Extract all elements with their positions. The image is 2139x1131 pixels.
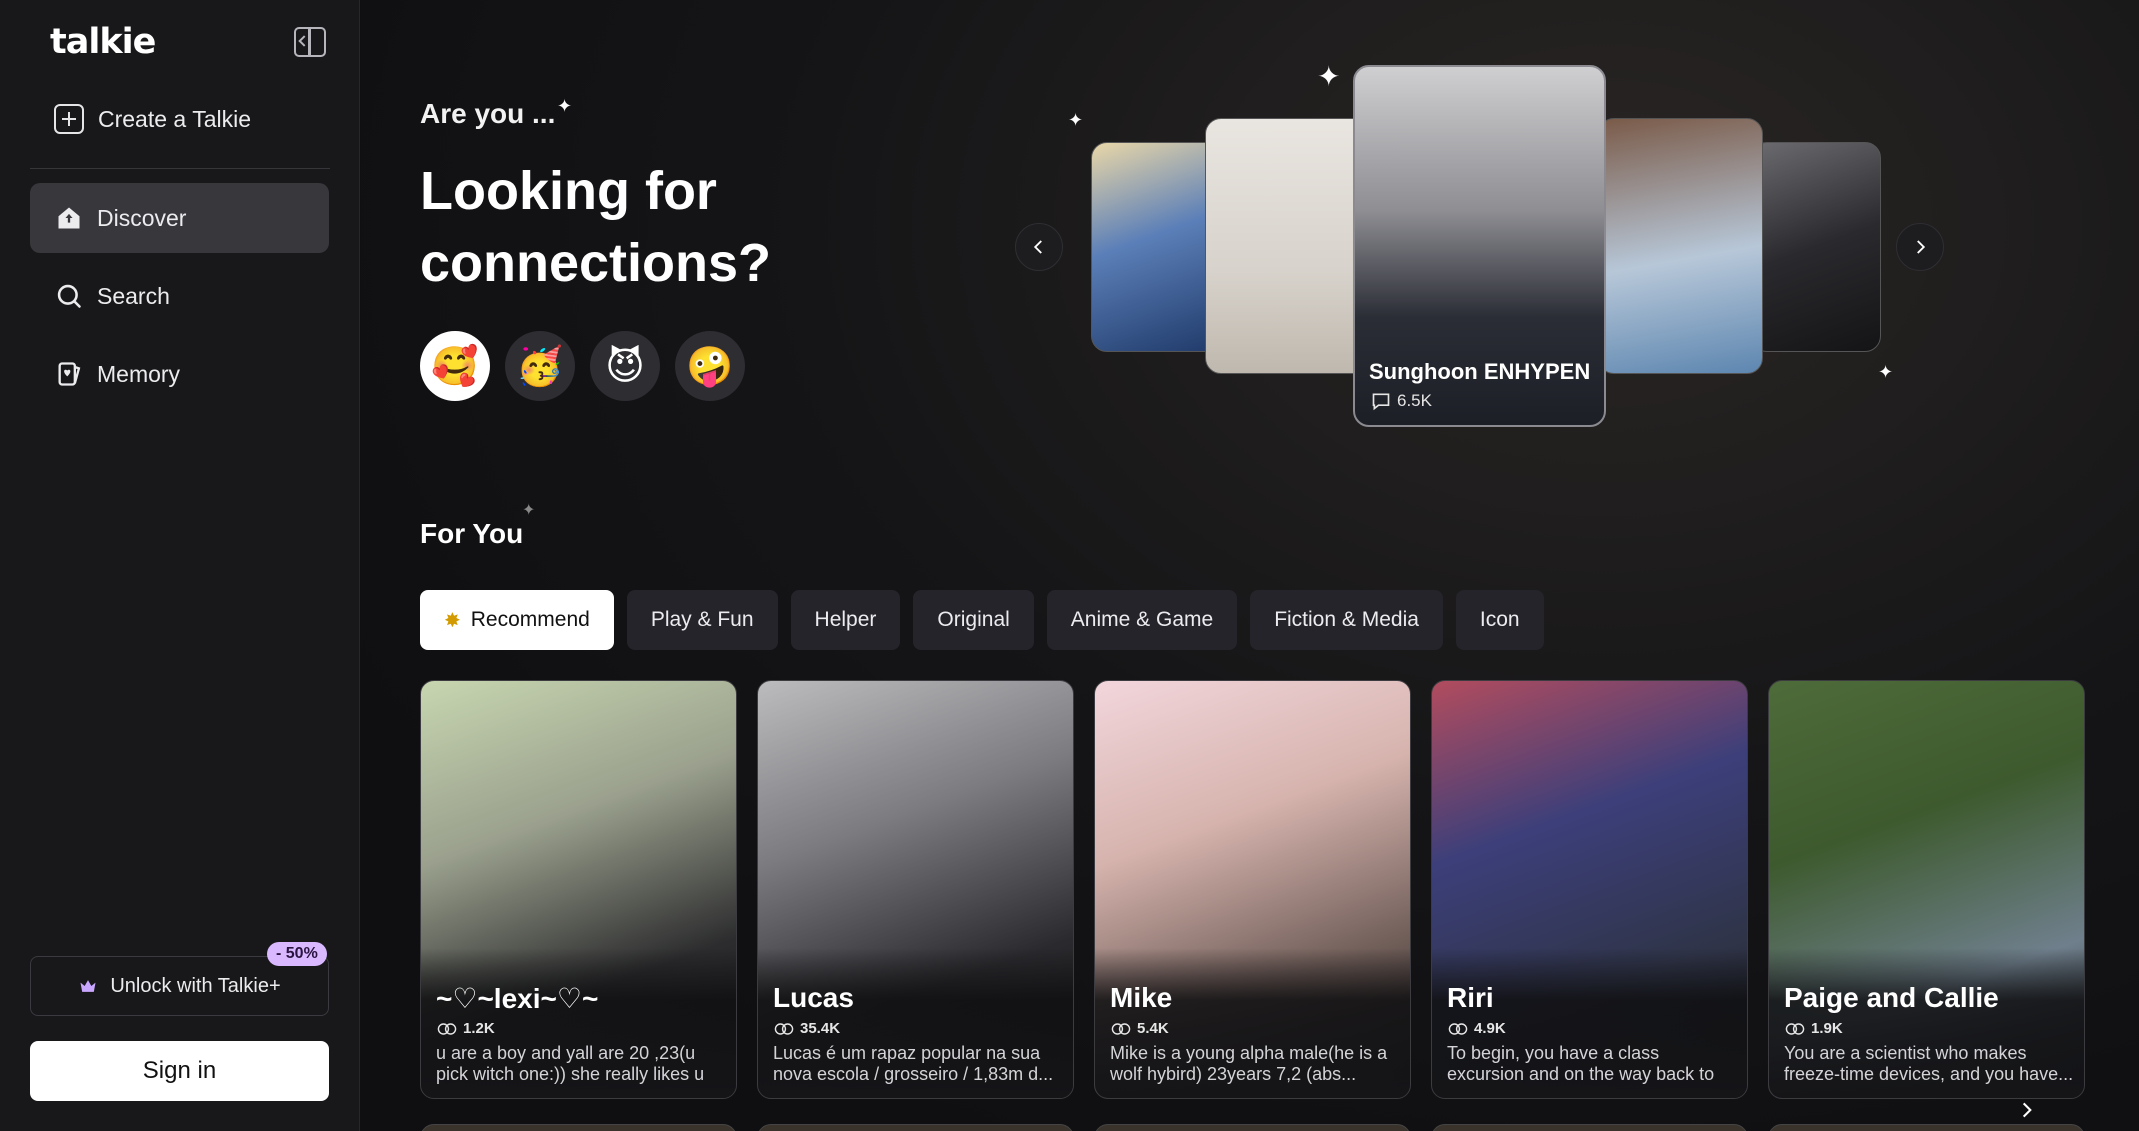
chat-bubble-icon bbox=[1372, 393, 1390, 411]
character-name: Mike bbox=[1110, 982, 1173, 1013]
sparkle-icon: ✦ bbox=[1317, 61, 1341, 92]
mood-selector: 🥰 🥳 😈 🤪 bbox=[420, 331, 745, 401]
character-description: You are a scientist who makes freeze-tim… bbox=[1784, 1043, 2074, 1084]
mood-emoji-button[interactable]: 🥳 bbox=[505, 331, 575, 401]
chat-count: 35.4K bbox=[774, 1020, 840, 1037]
chat-count: 5.4K bbox=[1111, 1020, 1169, 1037]
sign-in-button[interactable]: Sign in bbox=[30, 1041, 329, 1101]
character-card[interactable] bbox=[420, 1124, 737, 1131]
collapse-sidebar-icon[interactable] bbox=[294, 27, 326, 57]
sparkle-icon: ✦ bbox=[1878, 362, 1894, 382]
memory-card-icon bbox=[58, 362, 81, 386]
character-name: Lucas bbox=[773, 982, 854, 1013]
main-content: Are you ... ✦ Looking for connections? 🥰… bbox=[361, 0, 2139, 1131]
carousel-card[interactable] bbox=[1598, 118, 1763, 374]
sparkle-icon: ✦ bbox=[522, 502, 536, 519]
hero-subtitle: Are you ... bbox=[420, 98, 556, 129]
chat-count: 1.9K bbox=[1785, 1020, 1843, 1037]
home-icon bbox=[58, 207, 80, 229]
character-card[interactable] bbox=[1768, 1124, 2085, 1131]
sidebar-item-label: Search bbox=[97, 282, 170, 309]
character-card[interactable]: Paige and Callie 1.9K You are a scientis… bbox=[1768, 680, 2085, 1099]
sidebar-item-label: Memory bbox=[97, 360, 181, 387]
carousel-card[interactable] bbox=[1205, 118, 1370, 374]
crown-icon bbox=[80, 980, 96, 992]
count-text: 5.4K bbox=[1137, 1020, 1169, 1037]
character-card[interactable] bbox=[1094, 1124, 1411, 1131]
mood-emoji-button[interactable]: 🤪 bbox=[675, 331, 745, 401]
sidebar-item-label: Discover bbox=[97, 204, 187, 231]
sparkle-icon: ✦ bbox=[1068, 110, 1084, 130]
count-text: 1.2K bbox=[463, 1020, 495, 1037]
character-description: u are a boy and yall are 20 ,23(u pick w… bbox=[436, 1043, 705, 1084]
character-description: To begin, you have a class excursion and… bbox=[1447, 1043, 1715, 1087]
character-card[interactable]: Lucas 35.4K Lucas é um rapaz popular na … bbox=[757, 680, 1074, 1099]
carousel-card[interactable] bbox=[1091, 142, 1221, 352]
count-text: 6.5K bbox=[1397, 391, 1432, 410]
discount-badge: - 50% bbox=[267, 942, 327, 966]
sparkle-icon: ✦ bbox=[557, 96, 573, 116]
carousel-next-button[interactable] bbox=[1896, 223, 1944, 271]
character-description: Lucas é um rapaz popular na sua nova esc… bbox=[773, 1043, 1054, 1084]
tab-label: Recommend bbox=[470, 608, 590, 631]
unlock-label: Unlock with Talkie+ bbox=[110, 974, 281, 997]
character-card[interactable] bbox=[1431, 1124, 1748, 1131]
plus-icon bbox=[54, 104, 84, 134]
tab-fiction-media[interactable]: Fiction & Media bbox=[1250, 590, 1443, 650]
tab-recommend[interactable]: ✸ Recommend bbox=[420, 590, 614, 650]
character-name: Paige and Callie bbox=[1784, 982, 1999, 1013]
sidebar-divider bbox=[30, 168, 330, 169]
tab-helper[interactable]: Helper bbox=[790, 590, 901, 650]
chevron-left-icon bbox=[1033, 240, 1042, 254]
featured-chat-count: 6.5K bbox=[1371, 391, 1432, 411]
carousel-featured-card[interactable]: Sunghoon ENHYPEN 6.5K bbox=[1353, 65, 1606, 427]
chevron-right-icon bbox=[1917, 240, 1926, 254]
second-row-cards bbox=[420, 1124, 2085, 1131]
create-talkie-button[interactable]: Create a Talkie bbox=[54, 104, 251, 134]
tab-original[interactable]: Original bbox=[913, 590, 1034, 650]
character-card[interactable]: ~♡~lexi~♡~ 1.2K u are a boy and yall are… bbox=[420, 680, 737, 1099]
sidebar: talkie Create a Talkie Discover Search M… bbox=[0, 0, 360, 1131]
mood-emoji-button[interactable]: 🥰 bbox=[420, 331, 490, 401]
sidebar-item-discover[interactable]: Discover bbox=[30, 183, 329, 253]
character-description: Mike is a young alpha male(he is a wolf … bbox=[1110, 1043, 1388, 1084]
count-text: 35.4K bbox=[800, 1020, 841, 1037]
featured-character-name: Sunghoon ENHYPEN bbox=[1369, 359, 1591, 384]
carousel-card[interactable] bbox=[1751, 142, 1881, 352]
users-icon bbox=[1785, 1022, 1805, 1035]
tab-anime-game[interactable]: Anime & Game bbox=[1046, 590, 1238, 650]
talkie-logo[interactable]: talkie bbox=[50, 22, 156, 62]
tab-icon[interactable]: Icon bbox=[1455, 590, 1544, 650]
create-talkie-label: Create a Talkie bbox=[98, 105, 251, 132]
character-name: Riri bbox=[1447, 982, 1494, 1013]
chat-count: 4.9K bbox=[1448, 1020, 1506, 1037]
sidebar-item-memory[interactable]: Memory bbox=[30, 339, 329, 409]
character-card[interactable] bbox=[757, 1124, 1074, 1131]
count-text: 1.9K bbox=[1811, 1020, 1843, 1037]
chat-count: 1.2K bbox=[437, 1020, 495, 1037]
cards-next-chevron-icon[interactable] bbox=[2017, 1096, 2037, 1127]
character-name: ~♡~lexi~♡~ bbox=[436, 983, 599, 1014]
mood-emoji-button[interactable]: 😈 bbox=[590, 331, 660, 401]
count-text: 4.9K bbox=[1474, 1020, 1506, 1037]
tab-play-fun[interactable]: Play & Fun bbox=[626, 590, 778, 650]
character-card-grid: ~♡~lexi~♡~ 1.2K u are a boy and yall are… bbox=[420, 680, 2085, 1099]
sparkle-star-icon: ✸ bbox=[444, 609, 461, 632]
section-title-for-you: For You bbox=[420, 518, 524, 549]
sidebar-item-search[interactable]: Search bbox=[30, 261, 329, 331]
users-icon bbox=[774, 1022, 794, 1035]
category-tabs: ✸ Recommend Play & Fun Helper Original A… bbox=[420, 590, 1544, 650]
users-icon bbox=[1448, 1022, 1468, 1035]
hero-title: Looking for connections? bbox=[420, 161, 772, 293]
search-icon bbox=[57, 284, 81, 308]
carousel-prev-button[interactable] bbox=[1015, 223, 1063, 271]
character-card[interactable]: Riri 4.9K To begin, you have a class exc… bbox=[1431, 680, 1748, 1099]
users-icon bbox=[1111, 1022, 1131, 1035]
character-card[interactable]: Mike 5.4K Mike is a young alpha male(he … bbox=[1094, 680, 1411, 1099]
users-icon bbox=[437, 1022, 457, 1035]
